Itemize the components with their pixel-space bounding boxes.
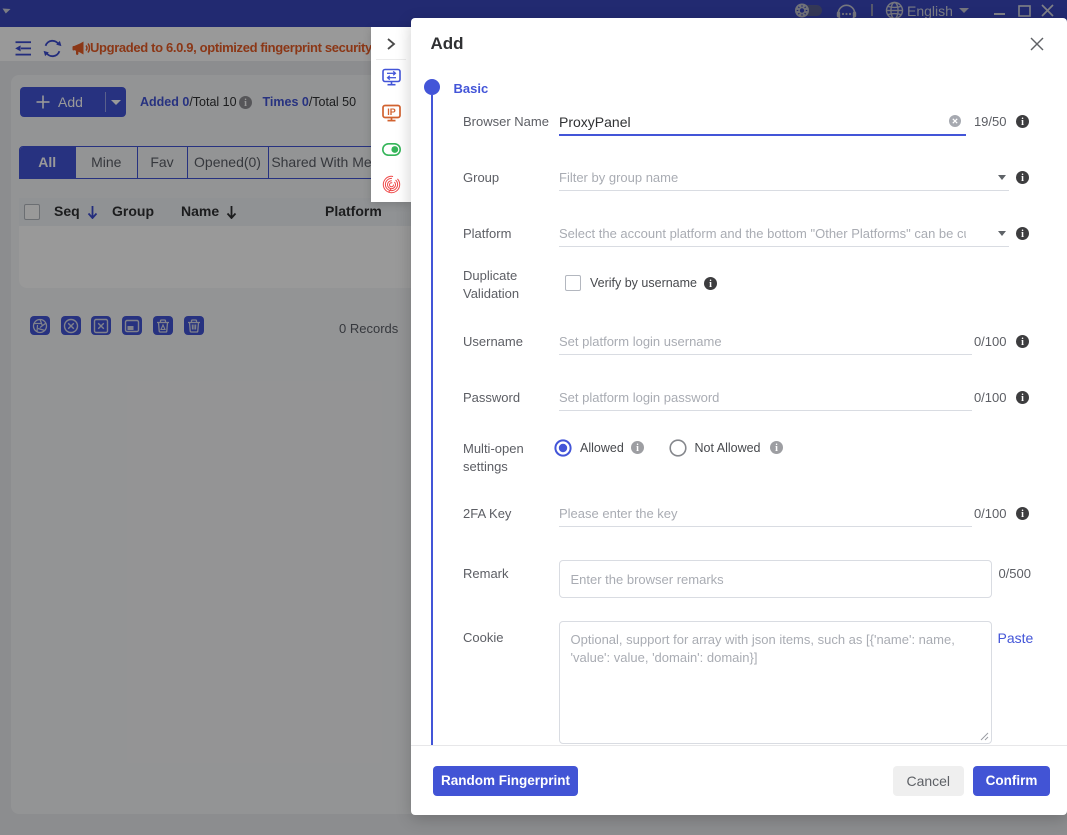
svg-text:i: i	[1021, 337, 1024, 348]
svg-text:i: i	[775, 443, 778, 454]
svg-text:i: i	[1021, 229, 1024, 240]
svg-text:i: i	[1021, 393, 1024, 404]
svg-text:IP: IP	[387, 107, 396, 117]
svg-text:i: i	[1021, 117, 1024, 128]
svg-text:i: i	[709, 279, 712, 290]
svg-text:i: i	[636, 443, 639, 454]
svg-text:i: i	[1021, 509, 1024, 520]
svg-text:i: i	[1021, 173, 1024, 184]
